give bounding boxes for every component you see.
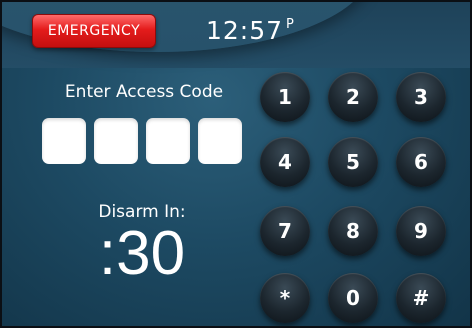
- code-digit-box: [146, 118, 190, 164]
- alarm-panel-screen: EMERGENCY 12:57 P Enter Access Code Disa…: [0, 0, 472, 328]
- clock-time: 12:57: [206, 16, 284, 45]
- key-9[interactable]: 9: [396, 206, 446, 256]
- code-digit-box: [42, 118, 86, 164]
- access-code-field[interactable]: [42, 118, 242, 164]
- key-5[interactable]: 5: [328, 137, 378, 187]
- emergency-button[interactable]: EMERGENCY: [32, 14, 156, 48]
- key-4[interactable]: 4: [260, 137, 310, 187]
- key-6[interactable]: 6: [396, 137, 446, 187]
- disarm-countdown: :30: [98, 219, 186, 288]
- key-0[interactable]: 0: [328, 273, 378, 323]
- key-1[interactable]: 1: [260, 72, 310, 122]
- key-7[interactable]: 7: [260, 206, 310, 256]
- key-2[interactable]: 2: [328, 72, 378, 122]
- clock-period: P: [286, 17, 295, 32]
- clock: 12:57 P: [206, 16, 295, 45]
- key-8[interactable]: 8: [328, 206, 378, 256]
- code-digit-box: [94, 118, 138, 164]
- code-digit-box: [198, 118, 242, 164]
- key-3[interactable]: 3: [396, 72, 446, 122]
- access-code-prompt: Enter Access Code: [64, 82, 224, 102]
- keypad: 1 2 3 4 5 6 7 8 9 * 0 #: [260, 72, 460, 326]
- key-star[interactable]: *: [260, 273, 310, 323]
- key-hash[interactable]: #: [396, 273, 446, 323]
